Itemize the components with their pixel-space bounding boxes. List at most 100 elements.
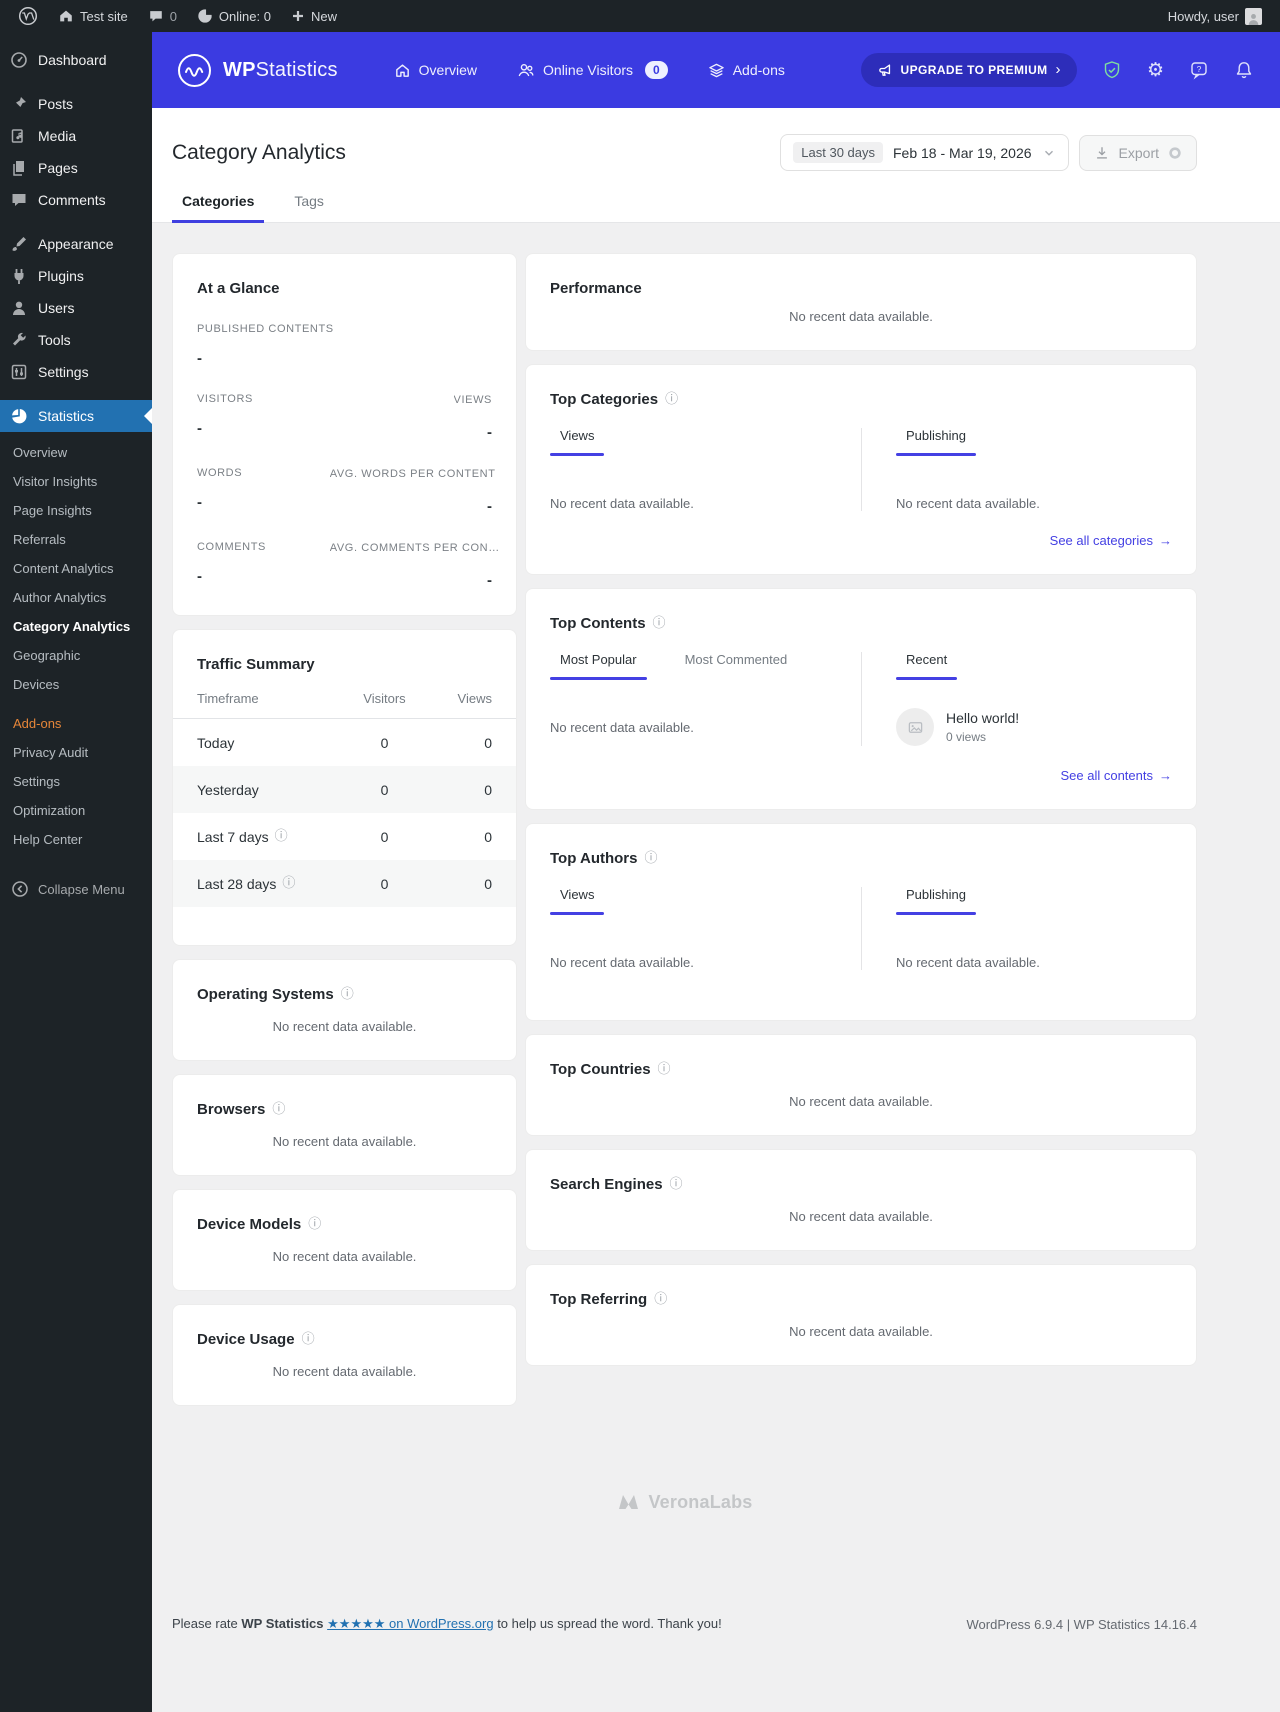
submenu-referrals[interactable]: Referrals xyxy=(0,525,152,554)
info-icon[interactable]: ⓘ xyxy=(275,830,288,843)
table-row: Last 28 days ⓘ 0 0 xyxy=(173,860,516,907)
tab-tags[interactable]: Tags xyxy=(284,193,334,222)
sidebar-item-dashboard[interactable]: Dashboard xyxy=(0,44,152,76)
see-all-contents-link[interactable]: See all contents → xyxy=(550,768,1172,783)
admin-bar: Test site 0 Online: 0 New Howdy, user xyxy=(0,0,1280,32)
sidebar-item-users[interactable]: Users xyxy=(0,292,152,324)
subtab-most-commented[interactable]: Most Commented xyxy=(675,652,798,680)
info-icon[interactable]: ⓘ xyxy=(665,393,678,406)
info-icon[interactable]: ⓘ xyxy=(658,1063,671,1076)
submenu-category-analytics[interactable]: Category Analytics xyxy=(0,612,152,641)
gear-icon[interactable]: ⚙ xyxy=(1147,61,1164,80)
sidebar-item-label: Settings xyxy=(38,364,89,380)
upgrade-to-premium-button[interactable]: UPGRADE TO PREMIUM › xyxy=(860,53,1077,87)
collapse-menu-button[interactable]: Collapse Menu xyxy=(0,872,152,906)
wrench-icon xyxy=(9,331,29,349)
card-title: Traffic Summary xyxy=(197,656,315,673)
device-usage-card: Device Usage ⓘ No recent data available. xyxy=(172,1304,517,1406)
privacy-shield-icon[interactable] xyxy=(1102,60,1122,80)
sidebar-item-label: Users xyxy=(38,300,75,316)
empty-message: No recent data available. xyxy=(272,1134,417,1149)
submenu-devices[interactable]: Devices xyxy=(0,670,152,699)
subtab-publishing[interactable]: Publishing xyxy=(896,428,976,456)
see-all-categories-link[interactable]: See all categories → xyxy=(550,533,1172,548)
footer: Please rate WP Statistics ★★★★★ on WordP… xyxy=(172,1616,1197,1632)
nav-label: Online Visitors xyxy=(543,62,634,78)
info-icon[interactable]: ⓘ xyxy=(302,1333,315,1346)
sidebar-item-media[interactable]: Media xyxy=(0,120,152,152)
top-authors-card: Top Authors ⓘ Views No recent data avail… xyxy=(525,823,1197,1021)
metric-value: - xyxy=(487,498,492,515)
search-engines-card: Search Engines ⓘ No recent data availabl… xyxy=(525,1149,1197,1251)
metric-label: Visitors xyxy=(197,393,253,405)
sidebar-item-label: Plugins xyxy=(38,268,84,284)
admin-bar-account[interactable]: Howdy, user xyxy=(1160,0,1270,32)
veronalabs-watermark: VeronaLabs xyxy=(172,1491,1197,1513)
subtab-recent[interactable]: Recent xyxy=(896,652,958,680)
wps-nav-overview[interactable]: Overview xyxy=(394,62,477,79)
subtab-views[interactable]: Views xyxy=(550,887,605,915)
avatar xyxy=(1245,7,1262,25)
new-label: New xyxy=(310,8,337,24)
nav-label: Overview xyxy=(418,62,478,78)
submenu-page-insights[interactable]: Page Insights xyxy=(0,496,152,525)
card-title: Browsers xyxy=(197,1101,266,1118)
recent-content-item[interactable]: Hello world! 0 views xyxy=(896,708,1172,746)
wps-nav-online-visitors[interactable]: Online Visitors 0 xyxy=(517,61,668,79)
submenu-geographic[interactable]: Geographic xyxy=(0,641,152,670)
admin-bar-new[interactable]: New xyxy=(283,0,345,32)
metric-label: Avg. words per content xyxy=(329,468,496,480)
help-icon[interactable]: ? xyxy=(1189,60,1209,80)
submenu-visitor-insights[interactable]: Visitor Insights xyxy=(0,467,152,496)
sidebar-item-settings[interactable]: Settings xyxy=(0,356,152,388)
info-icon[interactable]: ⓘ xyxy=(654,1293,667,1306)
wordpress-logo-menu[interactable] xyxy=(10,0,46,32)
info-icon[interactable]: ⓘ xyxy=(341,988,354,1001)
empty-message: No recent data available. xyxy=(896,496,1040,511)
info-icon[interactable]: ⓘ xyxy=(308,1218,321,1231)
admin-bar-comments[interactable]: 0 xyxy=(140,0,185,32)
rate-link[interactable]: ★★★★★ on WordPress.org xyxy=(327,1616,493,1631)
timeframe-label: Last 7 days xyxy=(197,828,269,845)
info-icon[interactable]: ⓘ xyxy=(653,617,666,630)
collapse-arrow-icon xyxy=(11,880,29,898)
submenu-overview[interactable]: Overview xyxy=(0,438,152,467)
sidebar-item-posts[interactable]: Posts xyxy=(0,88,152,120)
export-button[interactable]: Export xyxy=(1078,134,1197,171)
tab-categories[interactable]: Categories xyxy=(172,193,265,223)
submenu-author-analytics[interactable]: Author Analytics xyxy=(0,583,152,612)
wps-nav-add-ons[interactable]: Add-ons xyxy=(708,62,785,79)
admin-bar-site-link[interactable]: Test site xyxy=(50,0,136,32)
statistics-submenu: Overview Visitor Insights Page Insights … xyxy=(0,432,152,858)
sidebar-item-comments[interactable]: Comments xyxy=(0,184,152,216)
sidebar-item-appearance[interactable]: Appearance xyxy=(0,228,152,260)
sidebar-item-plugins[interactable]: Plugins xyxy=(0,260,152,292)
info-icon[interactable]: ⓘ xyxy=(282,877,295,890)
submenu-add-ons[interactable]: Add-ons xyxy=(0,709,152,738)
info-icon[interactable]: ⓘ xyxy=(272,1103,285,1116)
subtab-most-popular[interactable]: Most Popular xyxy=(550,652,647,680)
column-header-visitors: Visitors xyxy=(363,691,406,706)
sidebar-item-pages[interactable]: Pages xyxy=(0,152,152,184)
overview-home-icon xyxy=(394,62,411,79)
info-icon[interactable]: ⓘ xyxy=(644,852,657,865)
sidebar-item-statistics[interactable]: Statistics xyxy=(0,400,152,432)
submenu-help-center[interactable]: Help Center xyxy=(0,825,152,854)
subtab-views[interactable]: Views xyxy=(550,428,605,456)
card-title: Top Categories xyxy=(550,391,659,408)
rate-suffix: to help us spread the word. Thank you! xyxy=(497,1616,722,1631)
submenu-privacy-audit[interactable]: Privacy Audit xyxy=(0,738,152,767)
column-header-views: Views xyxy=(457,691,492,706)
subtab-publishing[interactable]: Publishing xyxy=(896,887,976,915)
submenu-settings[interactable]: Settings xyxy=(0,767,152,796)
date-range-picker[interactable]: Last 30 days Feb 18 - Mar 19, 2026 xyxy=(780,134,1069,171)
admin-bar-online[interactable]: Online: 0 xyxy=(189,0,279,32)
metric-value: - xyxy=(197,494,202,511)
wps-brand[interactable]: WPStatistics xyxy=(176,52,338,89)
info-icon[interactable]: ⓘ xyxy=(670,1178,683,1191)
submenu-optimization[interactable]: Optimization xyxy=(0,796,152,825)
submenu-content-analytics[interactable]: Content Analytics xyxy=(0,554,152,583)
sidebar-item-tools[interactable]: Tools xyxy=(0,324,152,356)
bell-icon[interactable] xyxy=(1234,60,1254,80)
empty-message: No recent data available. xyxy=(550,955,694,970)
